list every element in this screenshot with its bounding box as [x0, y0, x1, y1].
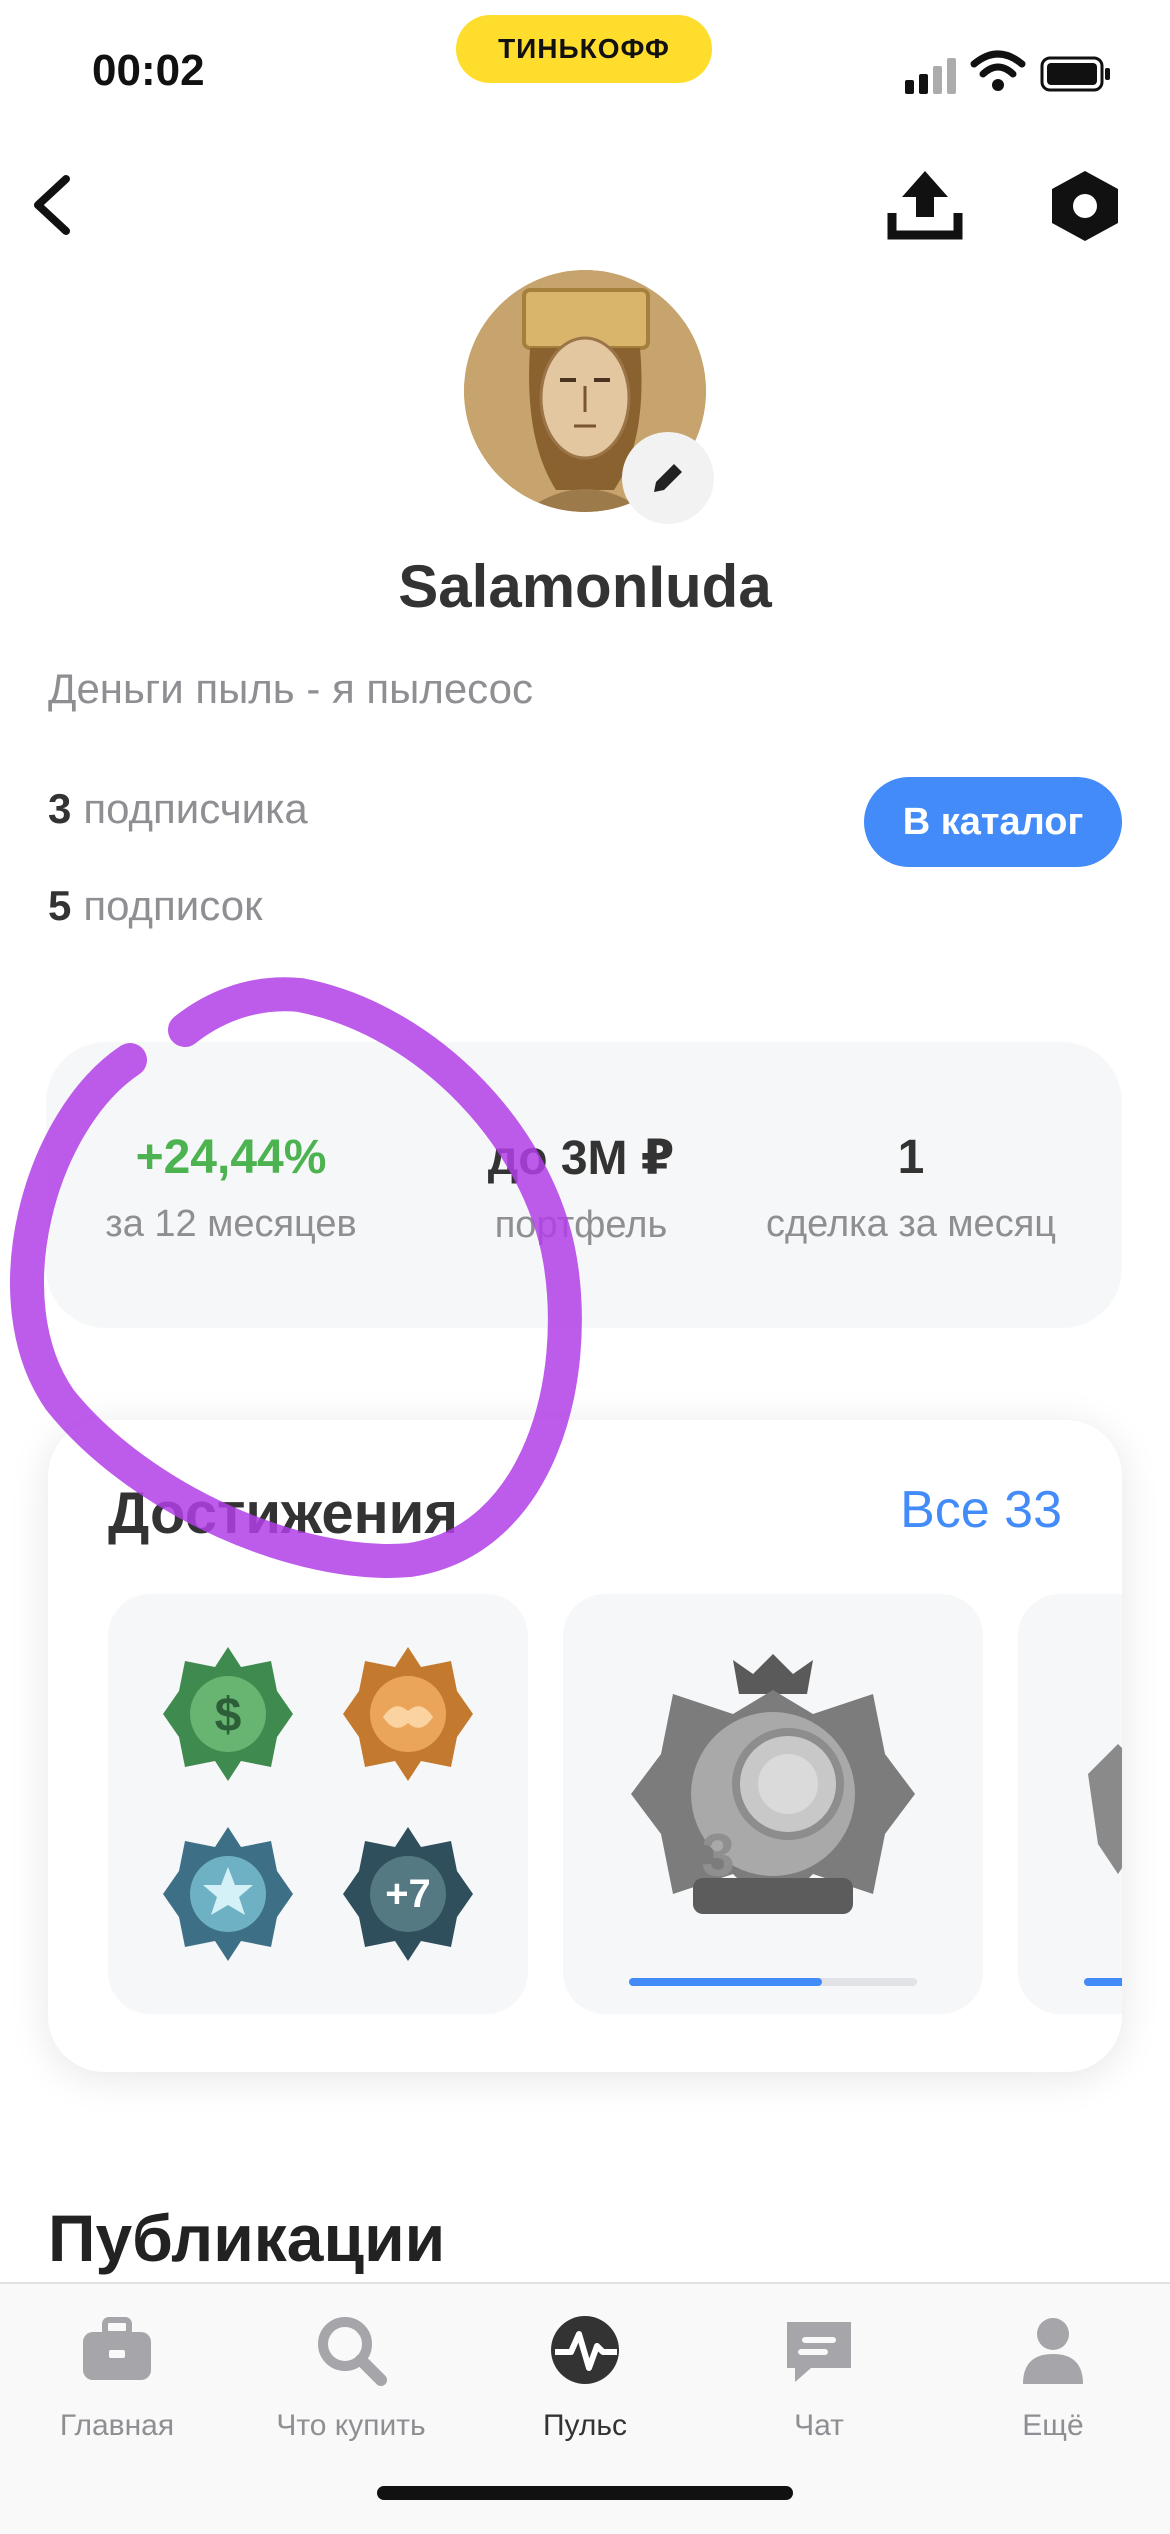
- achievements-title: Достижения: [108, 1481, 459, 1546]
- tab-chat[interactable]: Чат: [702, 2314, 936, 2443]
- metrics-card: +24,44% за 12 месяцев до 3М ₽ портфель 1…: [46, 1042, 1122, 1328]
- chat-icon: [787, 2322, 851, 2382]
- home-indicator: [377, 2486, 793, 2500]
- profile-icon: [1023, 2318, 1083, 2384]
- catalog-button[interactable]: В каталог: [864, 777, 1122, 867]
- coin-achievement-tile[interactable]: 3: [563, 1594, 983, 2014]
- return-value: +24,44%: [135, 1131, 327, 1184]
- cellular-signal-icon: [905, 56, 957, 94]
- edit-avatar-button[interactable]: [622, 432, 714, 524]
- achievements-all-link[interactable]: Все 33: [900, 1480, 1062, 1540]
- subscriptions-count: 5: [48, 882, 72, 929]
- deals-label: сделка за месяц: [765, 1203, 1057, 1245]
- followers-link[interactable]: 3 подписчика: [48, 785, 308, 833]
- tab-what-to-buy-label: Что купить: [276, 2409, 426, 2442]
- partial-badge-icon: [1088, 1744, 1122, 1874]
- brand-badge: ТИНЬКОФФ: [456, 15, 712, 83]
- svg-text:$: $: [215, 1689, 242, 1742]
- publications-title: Публикации: [48, 2201, 446, 2275]
- money-badge-icon: $: [163, 1647, 293, 1781]
- coin-level: 3: [701, 1822, 734, 1889]
- portfolio-label: портфель: [494, 1204, 668, 1246]
- tab-home[interactable]: Главная: [0, 2314, 234, 2443]
- search-icon: [318, 2317, 387, 2386]
- stars-badge-icon: [163, 1827, 293, 1961]
- more-badges-count: +7: [385, 1872, 431, 1916]
- badges-grid-tile[interactable]: $ +7: [108, 1594, 528, 2014]
- achievements-card: Достижения Все 33 $ +7 3: [48, 1420, 1122, 2072]
- pulse-icon: [551, 2316, 619, 2384]
- portfolio-metric: до 3М ₽ портфель: [446, 1130, 716, 1247]
- return-label: за 12 месяцев: [105, 1203, 357, 1245]
- settings-icon[interactable]: [1040, 165, 1130, 245]
- coin-progress-fill: [629, 1978, 822, 1986]
- coin-progress-bar: [629, 1978, 917, 1986]
- portfolio-value: до 3М ₽: [487, 1132, 675, 1185]
- battery-icon: [1040, 56, 1110, 92]
- tab-home-label: Главная: [59, 2409, 175, 2442]
- next-achievement-tile[interactable]: [1018, 1594, 1122, 2014]
- pencil-icon: [654, 464, 682, 492]
- status-time: 00:02: [92, 46, 205, 95]
- next-progress-bar: [1084, 1978, 1122, 1986]
- briefcase-icon: [83, 2317, 151, 2380]
- share-icon[interactable]: [880, 165, 970, 245]
- followers-count: 3: [48, 785, 72, 832]
- back-icon[interactable]: [20, 165, 90, 245]
- profile-username: SalamonIuda: [398, 553, 772, 620]
- tab-more[interactable]: Ещё: [936, 2314, 1170, 2443]
- tab-more-label: Ещё: [1022, 2409, 1084, 2442]
- tab-pulse-label: Пульс: [542, 2409, 628, 2442]
- followers-label: подписчика: [83, 785, 308, 832]
- coin-badge-icon: 3: [631, 1654, 915, 1914]
- deals-value: 1: [897, 1131, 925, 1184]
- subscriptions-link[interactable]: 5 подписок: [48, 882, 262, 930]
- handshake-badge-icon: [343, 1647, 473, 1781]
- next-progress-fill: [1084, 1978, 1122, 1986]
- wifi-icon: [970, 50, 1026, 91]
- tab-what-to-buy[interactable]: Что купить: [234, 2314, 468, 2443]
- profile-bio: Деньги пыль - я пылесос: [48, 665, 534, 712]
- deals-metric: 1 сделка за месяц: [746, 1130, 1076, 1246]
- subscriptions-label: подписок: [83, 882, 263, 929]
- tab-pulse[interactable]: Пульс: [468, 2314, 702, 2443]
- tab-chat-label: Чат: [794, 2409, 844, 2442]
- return-metric: +24,44% за 12 месяцев: [96, 1130, 366, 1246]
